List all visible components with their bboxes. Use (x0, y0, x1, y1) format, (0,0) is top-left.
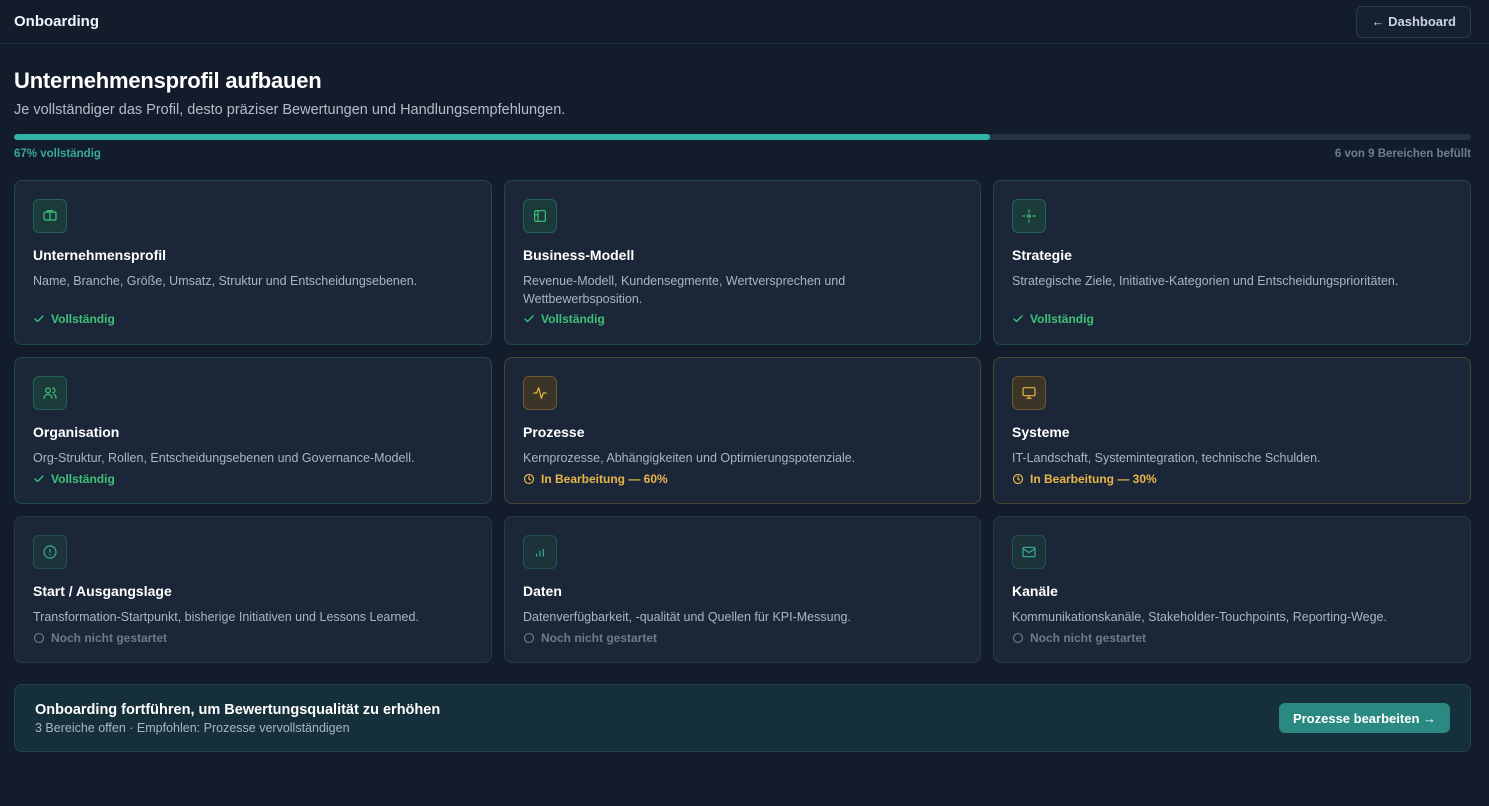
section-card-title: Strategie (1012, 247, 1072, 263)
section-card-cell: Start / Ausgangslage Transformation-Start… (14, 516, 492, 675)
section-card-status-label: Vollständig (1030, 312, 1094, 326)
progress-bar-fill (14, 134, 991, 140)
crosshair-icon (1012, 199, 1046, 233)
section-card-title: Start / Ausgangslage (33, 583, 172, 599)
section-card-status: Vollständig (33, 472, 115, 486)
circle-icon (1012, 632, 1024, 644)
section-card-cell: Unternehmensprofil Name, Branche, Größe, … (14, 180, 492, 357)
page-title: Unternehmensprofil aufbauen (14, 68, 322, 93)
section-card-description: Kommunikationskanäle, Stakeholder-Touchp… (1012, 610, 1387, 624)
section-card-status: In Bearbeitung — 60% (523, 472, 668, 486)
bar-chart-icon (523, 535, 557, 569)
section-card-description: Name, Branche, Größe, Umsatz, Struktur u… (33, 274, 418, 288)
building-icon (33, 199, 67, 233)
section-card-title: Organisation (33, 424, 120, 440)
section-card-status-label: Vollständig (51, 312, 115, 326)
mail-icon (1012, 535, 1046, 569)
cta-text: Onboarding fortführen, um Bewertungsqual… (35, 702, 440, 735)
section-card-title: Systeme (1012, 424, 1070, 440)
section-card-title: Kanäle (1012, 583, 1058, 599)
section-card-status-label: Noch nicht gestartet (541, 631, 658, 645)
section-card-status: In Bearbeitung — 30% (1012, 472, 1157, 486)
section-card-title: Prozesse (523, 424, 585, 440)
section-card-title: Business-Modell (523, 247, 635, 263)
check-icon (33, 473, 45, 485)
section-card-cell: Organisation Org-Struktur, Rollen, Entsch… (14, 357, 492, 516)
section-card-status-label: In Bearbeitung — 60% (541, 472, 668, 486)
section-card-strategie[interactable]: Strategie Strategische Ziele, Initiative-… (993, 180, 1471, 345)
app-title: Onboarding (14, 13, 99, 30)
page-subtitle: Je vollständiger das Profil, desto präzi… (14, 102, 566, 118)
activity-icon (523, 376, 557, 410)
check-icon (523, 313, 535, 325)
section-card-status: Noch nicht gestartet (523, 631, 657, 645)
progress-labels: 67% vollständig 6 von 9 Bereichen befüll… (14, 148, 1471, 160)
section-card-cell: Systeme IT-Landschaft, Systemintegration,… (993, 357, 1471, 516)
top-bar: Onboarding ← Dashboard (0, 0, 1489, 44)
section-card-description: IT-Landschaft, Systemintegration, techni… (1012, 451, 1321, 465)
section-card-status: Vollständig (1012, 312, 1094, 326)
dashboard-button[interactable]: ← Dashboard (1356, 5, 1471, 38)
section-card-cell: Business-Modell Revenue-Modell, Kundenseg… (504, 180, 981, 357)
section-card-status-label: Noch nicht gestartet (1030, 631, 1147, 645)
section-card-status: Vollständig (523, 312, 605, 326)
alert-circle-icon (33, 535, 67, 569)
onboarding-cta-banner: Onboarding fortführen, um Bewertungsqual… (14, 684, 1471, 752)
section-card-status-label: Vollständig (541, 312, 605, 326)
section-card-status-label: Noch nicht gestartet (51, 631, 168, 645)
section-card-description: Kernprozesse, Abhängigkeiten und Optimie… (523, 451, 856, 465)
progress-count-label: 6 von 9 Bereichen befüllt (1334, 148, 1471, 160)
section-card-description: Org-Struktur, Rollen, Entscheidungsebene… (33, 451, 415, 465)
section-card-description: Revenue-Modell, Kundensegmente, Wertvers… (523, 274, 846, 306)
section-card-start-ausgangslage[interactable]: Start / Ausgangslage Transformation-Start… (14, 516, 492, 663)
section-card-grid: Unternehmensprofil Name, Branche, Größe, … (14, 180, 1471, 675)
circle-icon (523, 632, 535, 644)
section-card-title: Daten (523, 583, 562, 599)
clock-icon (523, 473, 535, 485)
section-card-description: Datenverfügbarkeit, -qualität und Quelle… (523, 610, 851, 624)
section-card-description: Strategische Ziele, Initiative-Kategorie… (1012, 274, 1399, 288)
check-icon (33, 313, 45, 325)
section-card-title: Unternehmensprofil (33, 247, 167, 263)
section-card-organisation[interactable]: Organisation Org-Struktur, Rollen, Entsch… (14, 357, 492, 504)
section-card-cell: Kanäle Kommunikationskanäle, Stakeholder-… (993, 516, 1471, 675)
monitor-icon (1012, 376, 1046, 410)
section-card-unternehmensprofil[interactable]: Unternehmensprofil Name, Branche, Größe, … (14, 180, 492, 345)
section-card-systeme[interactable]: Systeme IT-Landschaft, Systemintegration,… (993, 357, 1471, 504)
check-icon (1012, 313, 1024, 325)
section-card-business-modell[interactable]: Business-Modell Revenue-Modell, Kundenseg… (504, 180, 981, 345)
section-card-prozesse[interactable]: Prozesse Kernprozesse, Abhängigkeiten und… (504, 357, 981, 504)
progress-percent-label: 67% vollständig (14, 148, 101, 160)
cta-subtitle: 3 Bereiche offen · Empfohlen: Prozesse v… (35, 720, 350, 735)
cta-title: Onboarding fortführen, um Bewertungsqual… (35, 701, 441, 718)
layout-icon (523, 199, 557, 233)
progress-bar (14, 134, 1471, 140)
section-card-kanäle[interactable]: Kanäle Kommunikationskanäle, Stakeholder-… (993, 516, 1471, 663)
section-card-status: Noch nicht gestartet (1012, 631, 1146, 645)
main-content: Unternehmensprofil aufbauen Je vollständ… (0, 44, 1489, 752)
section-card-cell: Daten Datenverfügbarkeit, -qualität und Q… (504, 516, 981, 675)
circle-icon (33, 632, 45, 644)
section-card-cell: Prozesse Kernprozesse, Abhängigkeiten und… (504, 357, 981, 516)
section-card-status-label: Vollständig (51, 472, 115, 486)
section-card-daten[interactable]: Daten Datenverfügbarkeit, -qualität und Q… (504, 516, 981, 663)
clock-icon (1012, 473, 1024, 485)
section-card-description: Transformation-Startpunkt, bisherige Ini… (33, 610, 419, 624)
users-icon (33, 376, 67, 410)
section-card-status: Vollständig (33, 312, 115, 326)
section-card-status: Noch nicht gestartet (33, 631, 167, 645)
section-card-status-label: In Bearbeitung — 30% (1030, 472, 1157, 486)
section-card-cell: Strategie Strategische Ziele, Initiative-… (993, 180, 1471, 357)
edit-processes-button[interactable]: Prozesse bearbeiten → (1278, 703, 1450, 733)
